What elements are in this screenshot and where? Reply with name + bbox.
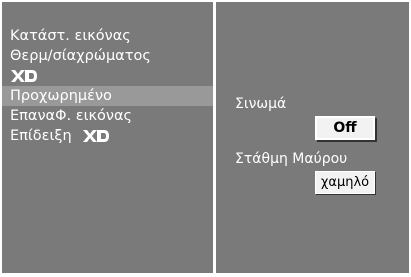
- menu-item-advanced[interactable]: Προχωρημένο: [2, 86, 213, 106]
- menu-item-label: Προχωρημένο: [10, 88, 112, 104]
- menu-item-label: ΕπαναΦ. εικόνας: [10, 108, 133, 124]
- menu-list: Κατάστ. εικόνας Θερμ/σίαχρώματος Προχωρη…: [2, 26, 213, 146]
- xd-logo-icon: [11, 70, 37, 82]
- menu-item-label: Επίδειξη: [10, 128, 72, 144]
- menu-item-label: Κατάστ. εικόνας: [10, 28, 131, 44]
- black-level-value: χαμηλό: [320, 175, 370, 190]
- cinema-value: Off: [333, 120, 357, 136]
- advanced-submenu: Σινωμά Off Στάθμη Μαύρου χαμηλό: [216, 2, 409, 273]
- menu-item-picture-reset[interactable]: ΕπαναΦ. εικόνας: [2, 106, 213, 126]
- main-menu: Κατάστ. εικόνας Θερμ/σίαχρώματος Προχωρη…: [2, 2, 213, 273]
- osd-menu-panel: Κατάστ. εικόνας Θερμ/σίαχρώματος Προχωρη…: [0, 0, 411, 275]
- cinema-label: Σινωμά: [235, 96, 287, 112]
- black-level-value-box[interactable]: χαμηλό: [315, 171, 375, 194]
- xd-logo-icon: [83, 130, 110, 142]
- menu-item-color-temperature[interactable]: Θερμ/σίαχρώματος: [2, 46, 213, 66]
- black-level-label: Στάθμη Μαύρου: [235, 151, 348, 167]
- cinema-value-box[interactable]: Off: [315, 116, 375, 140]
- menu-item-label: Θερμ/σίαχρώματος: [10, 48, 151, 64]
- menu-item-xd-demo[interactable]: Επίδειξη: [2, 126, 213, 146]
- menu-item-xd[interactable]: [2, 66, 213, 86]
- menu-item-picture-mode[interactable]: Κατάστ. εικόνας: [2, 26, 213, 46]
